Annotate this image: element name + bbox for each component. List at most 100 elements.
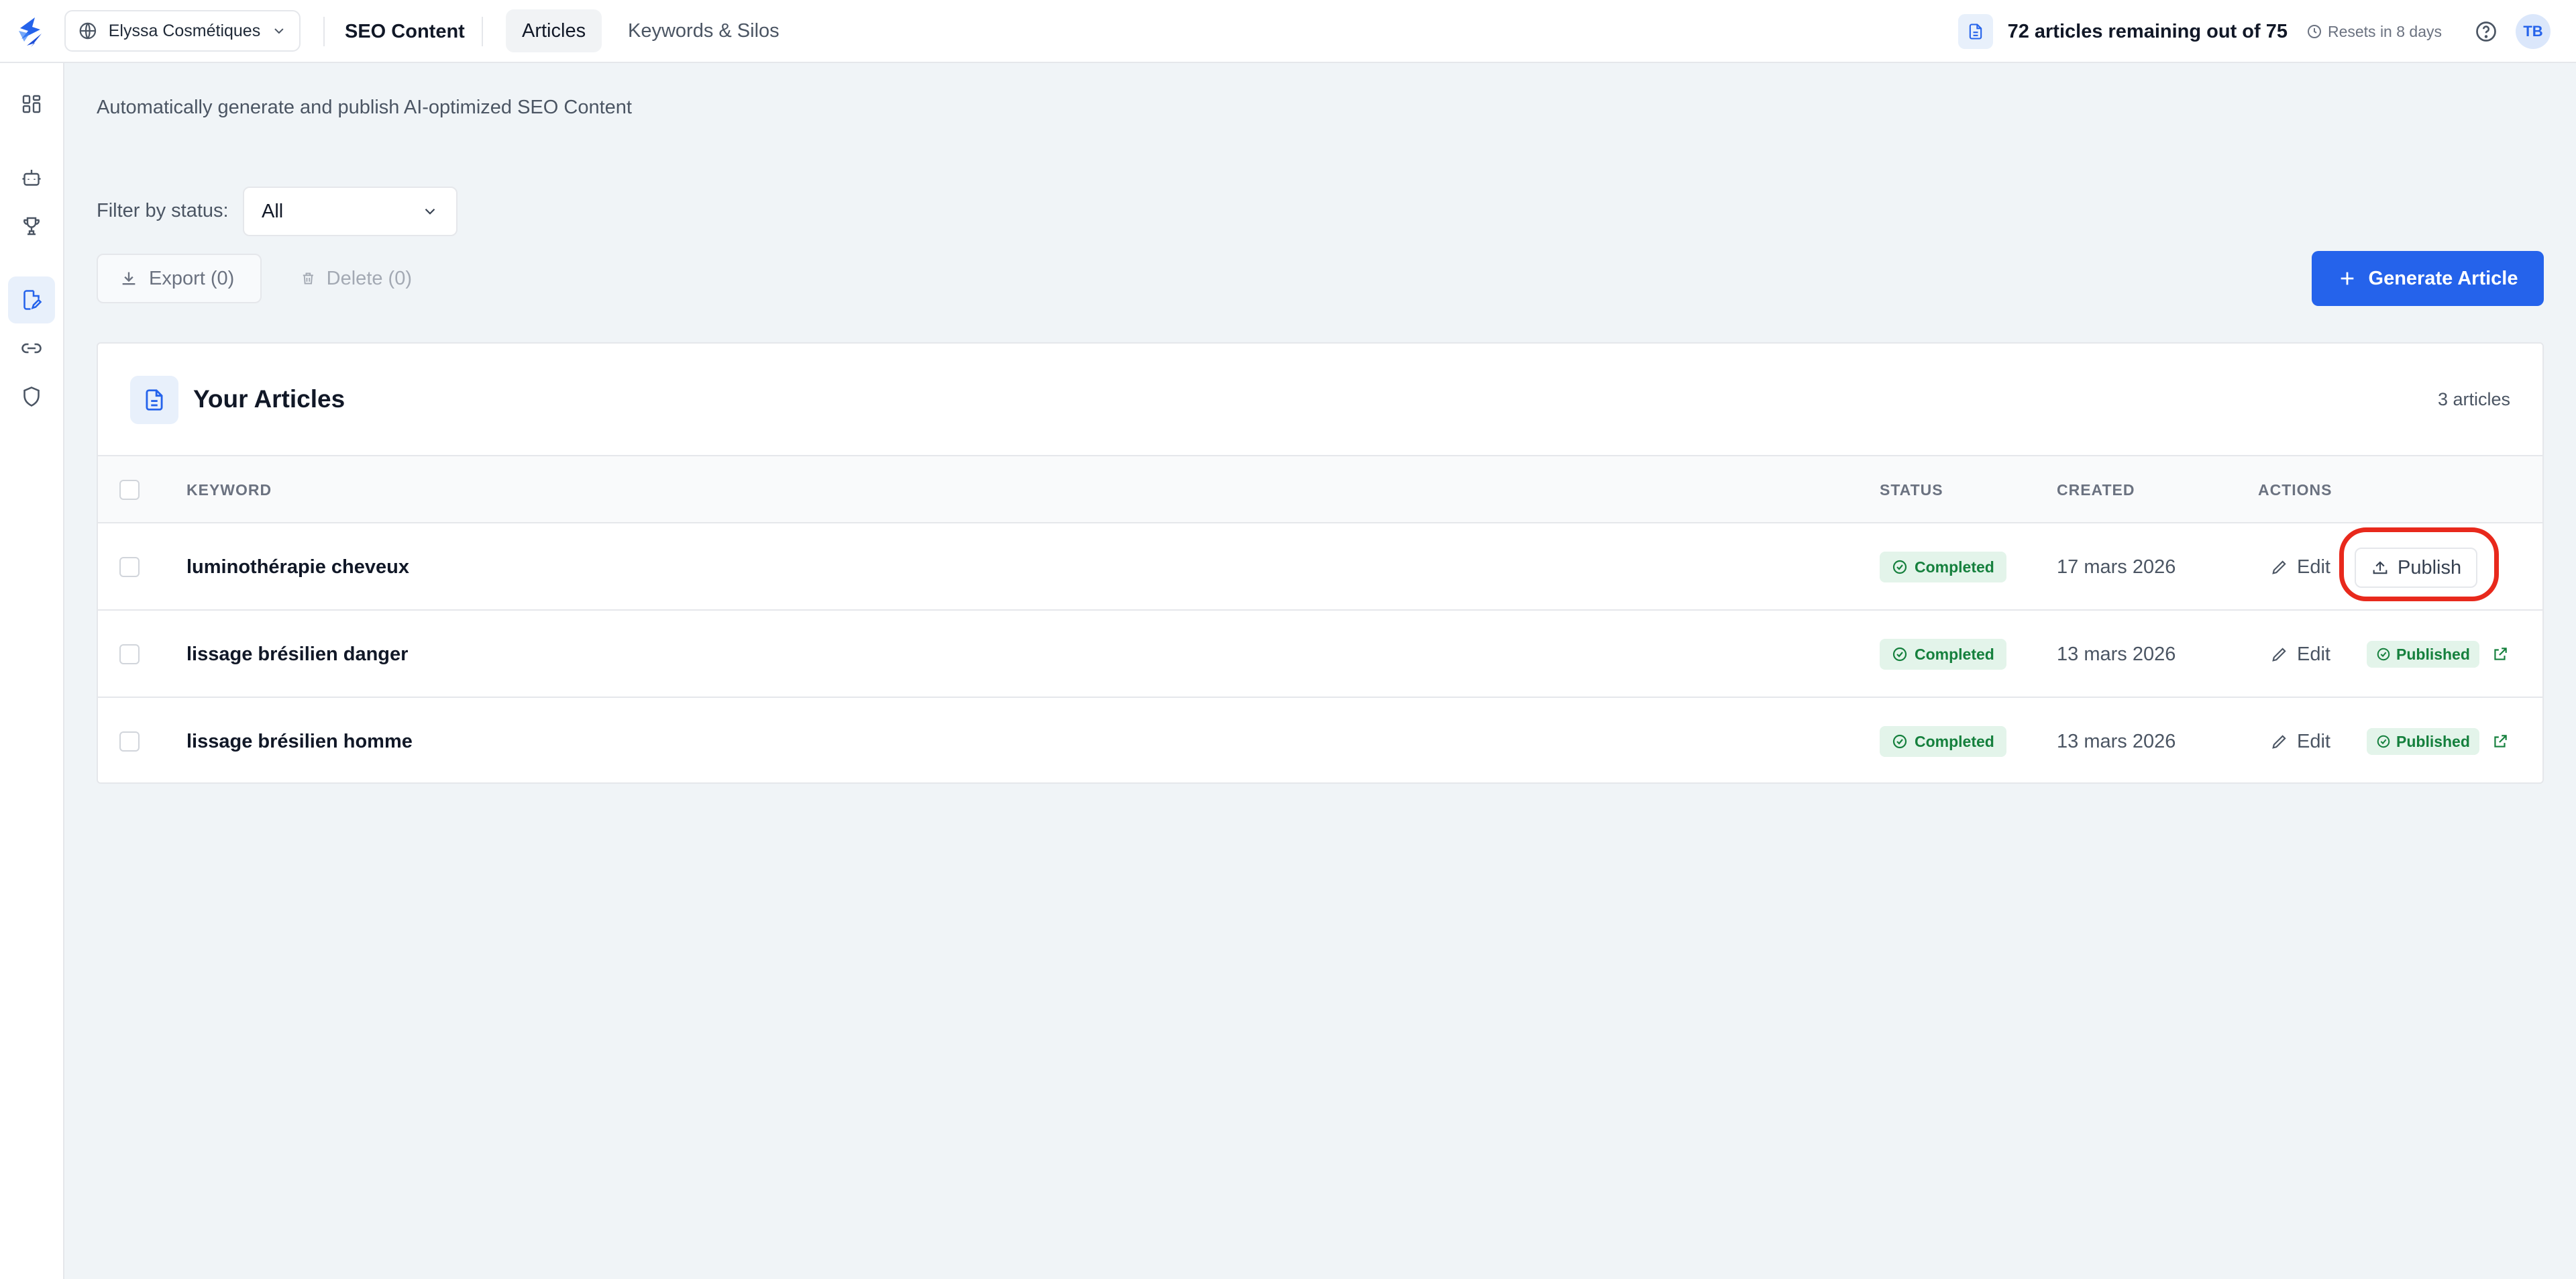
check-circle-icon (2377, 735, 2390, 748)
status-badge-label: Completed (1915, 558, 1994, 576)
divider (482, 17, 483, 46)
card-header: Your Articles 3 articles (98, 344, 2542, 456)
articles-card: Your Articles 3 articles KEYWORD STATUS … (97, 342, 2544, 784)
edit-button[interactable]: Edit (2270, 698, 2330, 782)
status-badge: Completed (1880, 552, 2006, 582)
generate-article-button[interactable]: Generate Article (2312, 251, 2544, 306)
column-actions: ACTIONS (2258, 480, 2332, 499)
resets-text: Resets in 8 days (2327, 22, 2442, 40)
row-status: Completed (1880, 698, 2006, 782)
upload-icon (2373, 561, 2387, 574)
row-created-date: 13 mars 2026 (2057, 730, 2176, 752)
generate-article-label: Generate Article (2368, 267, 2518, 289)
table-header: KEYWORD STATUS CREATED ACTIONS (98, 456, 2542, 523)
check-circle-icon (1892, 560, 1907, 574)
pencil-icon (2272, 735, 2286, 749)
row-keyword[interactable]: lissage brésilien danger (186, 611, 408, 698)
user-avatar[interactable]: TB (2516, 14, 2551, 49)
export-label: Export (0) (149, 267, 235, 289)
table-row: lissage brésilien homme Completed 13 mar… (98, 698, 2542, 782)
status-filter-select[interactable]: All (243, 187, 458, 236)
table-row: luminothérapie cheveux Completed 17 mars… (98, 523, 2542, 611)
check-circle-icon (1892, 734, 1907, 749)
sidebar-item-dashboard[interactable] (8, 81, 55, 127)
document-icon (1957, 14, 1993, 49)
row-status: Completed (1880, 611, 2006, 698)
check-circle-icon (2377, 648, 2390, 661)
external-link-icon[interactable] (2491, 646, 2509, 663)
row-checkbox[interactable] (119, 731, 140, 752)
document-icon (130, 376, 178, 424)
page-subtitle: Automatically generate and publish AI-op… (97, 97, 632, 118)
article-quota: 72 articles remaining out of 75 (1957, 0, 2288, 63)
app-logo-icon[interactable] (15, 16, 47, 47)
plus-icon (2341, 272, 2353, 285)
shield-icon (23, 387, 40, 407)
chevron-down-icon (425, 208, 435, 215)
publish-label: Publish (2398, 556, 2462, 578)
sidebar-item-seo-content[interactable] (8, 276, 55, 323)
row-keyword[interactable]: luminothérapie cheveux (186, 523, 409, 611)
quota-text: 72 articles remaining out of 75 (2007, 20, 2288, 42)
row-checkbox[interactable] (119, 644, 140, 664)
row-created-date: 13 mars 2026 (2057, 643, 2176, 665)
sidebar (0, 63, 64, 1279)
published-status: Published (2367, 698, 2509, 782)
organization-selector[interactable]: Elyssa Cosmétiques (64, 10, 301, 52)
organization-name: Elyssa Cosmétiques (108, 21, 261, 40)
chevron-down-icon (274, 28, 284, 34)
published-label: Published (2396, 732, 2470, 750)
status-badge-label: Completed (1915, 732, 1994, 750)
export-button[interactable]: Export (0) (97, 254, 262, 303)
download-icon (122, 272, 136, 285)
row-status: Completed (1880, 523, 2006, 611)
trash-icon (303, 272, 313, 285)
external-link-icon[interactable] (2491, 733, 2509, 750)
column-keyword: KEYWORD (186, 480, 272, 499)
article-edit-icon (23, 290, 42, 310)
published-badge: Published (2367, 641, 2479, 668)
trophy-icon (23, 217, 40, 236)
link-icon (21, 343, 42, 354)
sidebar-item-links[interactable] (8, 325, 55, 372)
published-badge: Published (2367, 728, 2479, 755)
column-status: STATUS (1880, 480, 1943, 499)
robot-icon (22, 170, 41, 186)
edit-label: Edit (2297, 556, 2330, 578)
pencil-icon (2272, 648, 2286, 662)
top-bar: Elyssa Cosmétiques SEO Content Articles … (0, 0, 2576, 63)
clock-icon (2307, 25, 2321, 38)
article-count: 3 articles (2437, 389, 2510, 409)
edit-label: Edit (2297, 730, 2330, 752)
column-created: CREATED (2057, 480, 2135, 499)
sidebar-item-ai-agent[interactable] (8, 154, 55, 201)
row-created-date: 17 mars 2026 (2057, 556, 2176, 578)
card-title: Your Articles (193, 385, 345, 413)
table-row: lissage brésilien danger Completed 13 ma… (98, 611, 2542, 698)
status-badge: Completed (1880, 639, 2006, 670)
globe-icon (79, 22, 97, 40)
sidebar-item-rankings[interactable] (8, 203, 55, 250)
edit-button[interactable]: Edit (2270, 523, 2330, 611)
select-all-checkbox[interactable] (119, 480, 140, 500)
tab-keywords-silos[interactable]: Keywords & Silos (612, 9, 796, 52)
published-label: Published (2396, 645, 2470, 663)
tab-articles[interactable]: Articles (506, 9, 602, 52)
sidebar-item-security[interactable] (8, 373, 55, 420)
section-title: SEO Content (345, 20, 465, 42)
pencil-icon (2272, 560, 2286, 574)
help-icon[interactable] (2474, 19, 2498, 44)
status-filter-value: All (262, 200, 284, 222)
delete-label: Delete (0) (326, 267, 412, 289)
delete-button[interactable]: Delete (0) (279, 254, 433, 303)
check-circle-icon (1892, 647, 1907, 662)
row-checkbox[interactable] (119, 557, 140, 577)
row-keyword[interactable]: lissage brésilien homme (186, 698, 413, 782)
published-status: Published (2367, 611, 2509, 698)
publish-button[interactable]: Publish (2355, 548, 2478, 588)
divider (323, 17, 325, 46)
edit-button[interactable]: Edit (2270, 611, 2330, 698)
status-badge-label: Completed (1915, 645, 1994, 663)
status-badge: Completed (1880, 726, 2006, 757)
dashboard-icon (22, 95, 41, 113)
